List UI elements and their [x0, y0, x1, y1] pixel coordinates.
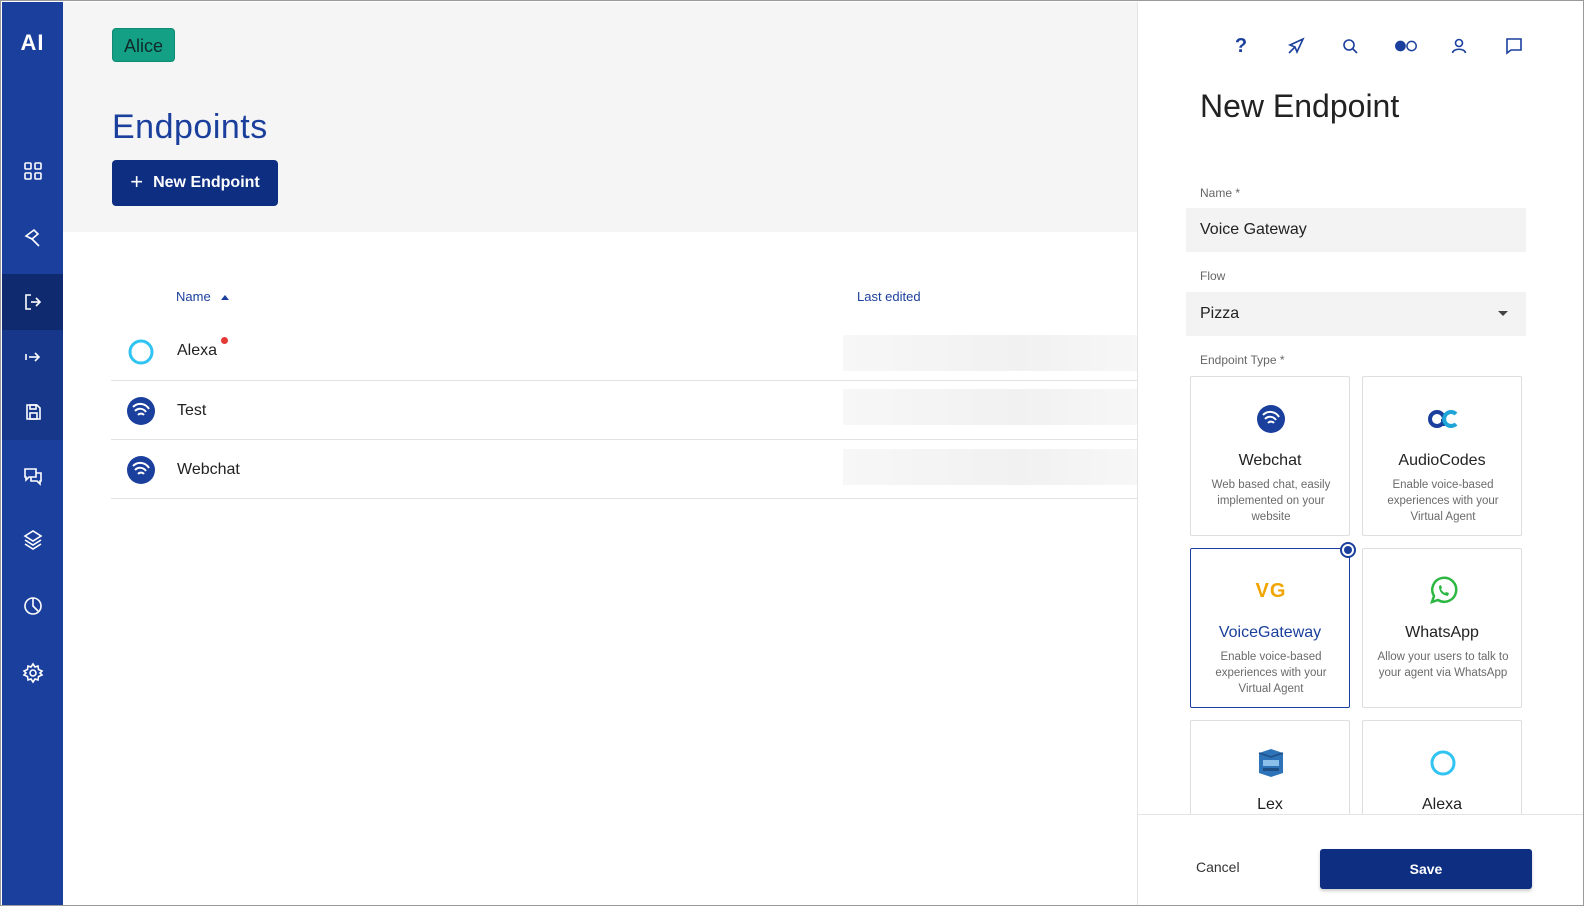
app-window: AI Alice Endpoints + New Endpoint Name L…	[0, 0, 1584, 906]
table-row[interactable]: Test	[111, 381, 1137, 440]
endpoint-type-whatsapp[interactable]: WhatsApp Allow your users to talk to you…	[1362, 548, 1522, 708]
chat-icon	[23, 468, 42, 486]
save-button[interactable]: Save	[1320, 849, 1532, 889]
alert-dot	[221, 337, 228, 344]
sidebar-item-dashboard[interactable]	[2, 143, 63, 199]
table-row[interactable]: Alexa	[111, 322, 1137, 381]
flow-label: Flow	[1200, 269, 1226, 283]
sidebar-item-deploy[interactable]	[2, 274, 63, 330]
webchat-icon	[127, 456, 155, 484]
name-input[interactable]	[1186, 208, 1526, 252]
save-icon	[25, 404, 41, 420]
new-endpoint-button[interactable]: + New Endpoint	[112, 160, 278, 206]
tutorial-button[interactable]	[1284, 34, 1308, 58]
row-name: Test	[177, 402, 207, 419]
flow-select-value: Pizza	[1200, 305, 1240, 322]
sort-ascending-icon	[220, 295, 229, 301]
endpoint-type-audiocodes[interactable]: AudioCodes Enable voice-based experience…	[1362, 376, 1522, 536]
endpoint-type-name: VoiceGateway	[1218, 624, 1322, 641]
feedback-button[interactable]	[1502, 34, 1526, 58]
analytics-icon	[23, 597, 42, 615]
sidebar-item-snapshots[interactable]	[2, 384, 63, 440]
panel-title: New Endpoint	[1200, 88, 1400, 124]
endpoint-type-name: Lex	[1257, 796, 1283, 813]
endpoint-type-name: Alexa	[1421, 796, 1463, 813]
table-row[interactable]: Webchat	[111, 440, 1137, 499]
selected-radio-indicator	[1340, 542, 1356, 558]
row-last-edited-placeholder	[843, 389, 1137, 425]
help-icon: ?	[1234, 34, 1248, 57]
sidebar-item-insights[interactable]	[2, 578, 63, 634]
sidebar: AI	[2, 2, 63, 905]
compass-icon	[1287, 37, 1305, 55]
endpoint-type-webchat[interactable]: Webchat Web based chat, easily implement…	[1190, 376, 1350, 536]
column-header-last-edited-label: Last edited	[857, 289, 921, 304]
panel-footer: Cancel Save	[1138, 814, 1583, 905]
column-header-last-edited[interactable]: Last edited	[857, 289, 921, 304]
endpoint-type-name: WhatsApp	[1405, 624, 1479, 641]
endpoint-type-name: AudioCodes	[1398, 452, 1486, 469]
sidebar-item-settings[interactable]	[2, 645, 63, 701]
whatsapp-icon	[1430, 576, 1458, 604]
new-endpoint-panel: ? New Endpoint Name * Flow Pizza Endpoin…	[1137, 2, 1583, 905]
sidebar-item-handover[interactable]	[2, 329, 63, 385]
settings-icon	[22, 662, 43, 684]
row-name: Webchat	[177, 461, 240, 478]
plus-icon: +	[130, 169, 144, 194]
voicegateway-icon: VG	[1255, 580, 1287, 602]
app-logo: AI	[20, 30, 45, 55]
handover-icon	[24, 352, 40, 362]
new-endpoint-button-label: New Endpoint	[153, 174, 260, 191]
column-header-name-label: Name	[176, 289, 211, 304]
alexa-icon	[1430, 750, 1456, 776]
flow-select[interactable]: Pizza	[1186, 292, 1526, 336]
layers-icon	[22, 530, 43, 550]
row-last-edited-placeholder	[843, 335, 1137, 371]
toggle-button[interactable]	[1392, 34, 1420, 58]
lex-icon	[1258, 749, 1284, 777]
deploy-icon	[24, 294, 41, 310]
sidebar-item-layers[interactable]	[2, 511, 63, 567]
page-header: Alice Endpoints + New Endpoint	[63, 2, 1137, 232]
endpoint-type-description: Allow your users to talk to your agent v…	[1377, 651, 1509, 679]
search-button[interactable]	[1338, 34, 1362, 58]
toggle-icon	[1395, 40, 1417, 52]
user-icon	[1451, 38, 1467, 54]
webchat-icon	[1257, 405, 1285, 433]
alexa-icon	[128, 339, 154, 365]
endpoint-type-label: Endpoint Type *	[1200, 353, 1285, 367]
name-label: Name *	[1200, 186, 1241, 200]
chevron-down-icon	[1498, 311, 1508, 316]
build-icon	[23, 228, 40, 247]
sidebar-item-conversations[interactable]	[2, 448, 63, 504]
page-title: Endpoints	[112, 108, 268, 146]
audiocodes-icon	[1428, 410, 1458, 428]
column-header-name[interactable]: Name	[176, 289, 229, 304]
endpoint-type-description: Enable voice-based experiences with your…	[1387, 479, 1499, 523]
help-button[interactable]: ?	[1229, 34, 1253, 58]
user-menu-button[interactable]	[1447, 34, 1471, 58]
grid-icon	[23, 162, 42, 180]
endpoint-type-name: Webchat	[1238, 452, 1302, 469]
endpoint-type-description: Enable voice-based experiences with your…	[1215, 651, 1327, 695]
endpoint-type-voicegateway[interactable]: VG VoiceGateway Enable voice-based exper…	[1190, 548, 1350, 708]
search-icon	[1343, 39, 1358, 54]
endpoint-type-lex[interactable]: Lex	[1190, 720, 1350, 814]
row-last-edited-placeholder	[843, 449, 1137, 485]
sidebar-item-build[interactable]	[2, 210, 63, 266]
cancel-button[interactable]: Cancel	[1196, 859, 1240, 875]
main-content: Alice Endpoints + New Endpoint Name Last…	[63, 2, 1137, 905]
agent-badge[interactable]: Alice	[112, 28, 176, 62]
endpoint-type-alexa[interactable]: Alexa	[1362, 720, 1522, 814]
feedback-icon	[1506, 38, 1522, 55]
row-name: Alexa	[177, 342, 218, 359]
endpoint-type-grid: Webchat Web based chat, easily implement…	[1190, 374, 1530, 814]
endpoint-type-description: Web based chat, easily implemented on yo…	[1211, 479, 1331, 523]
webchat-icon	[127, 397, 155, 425]
